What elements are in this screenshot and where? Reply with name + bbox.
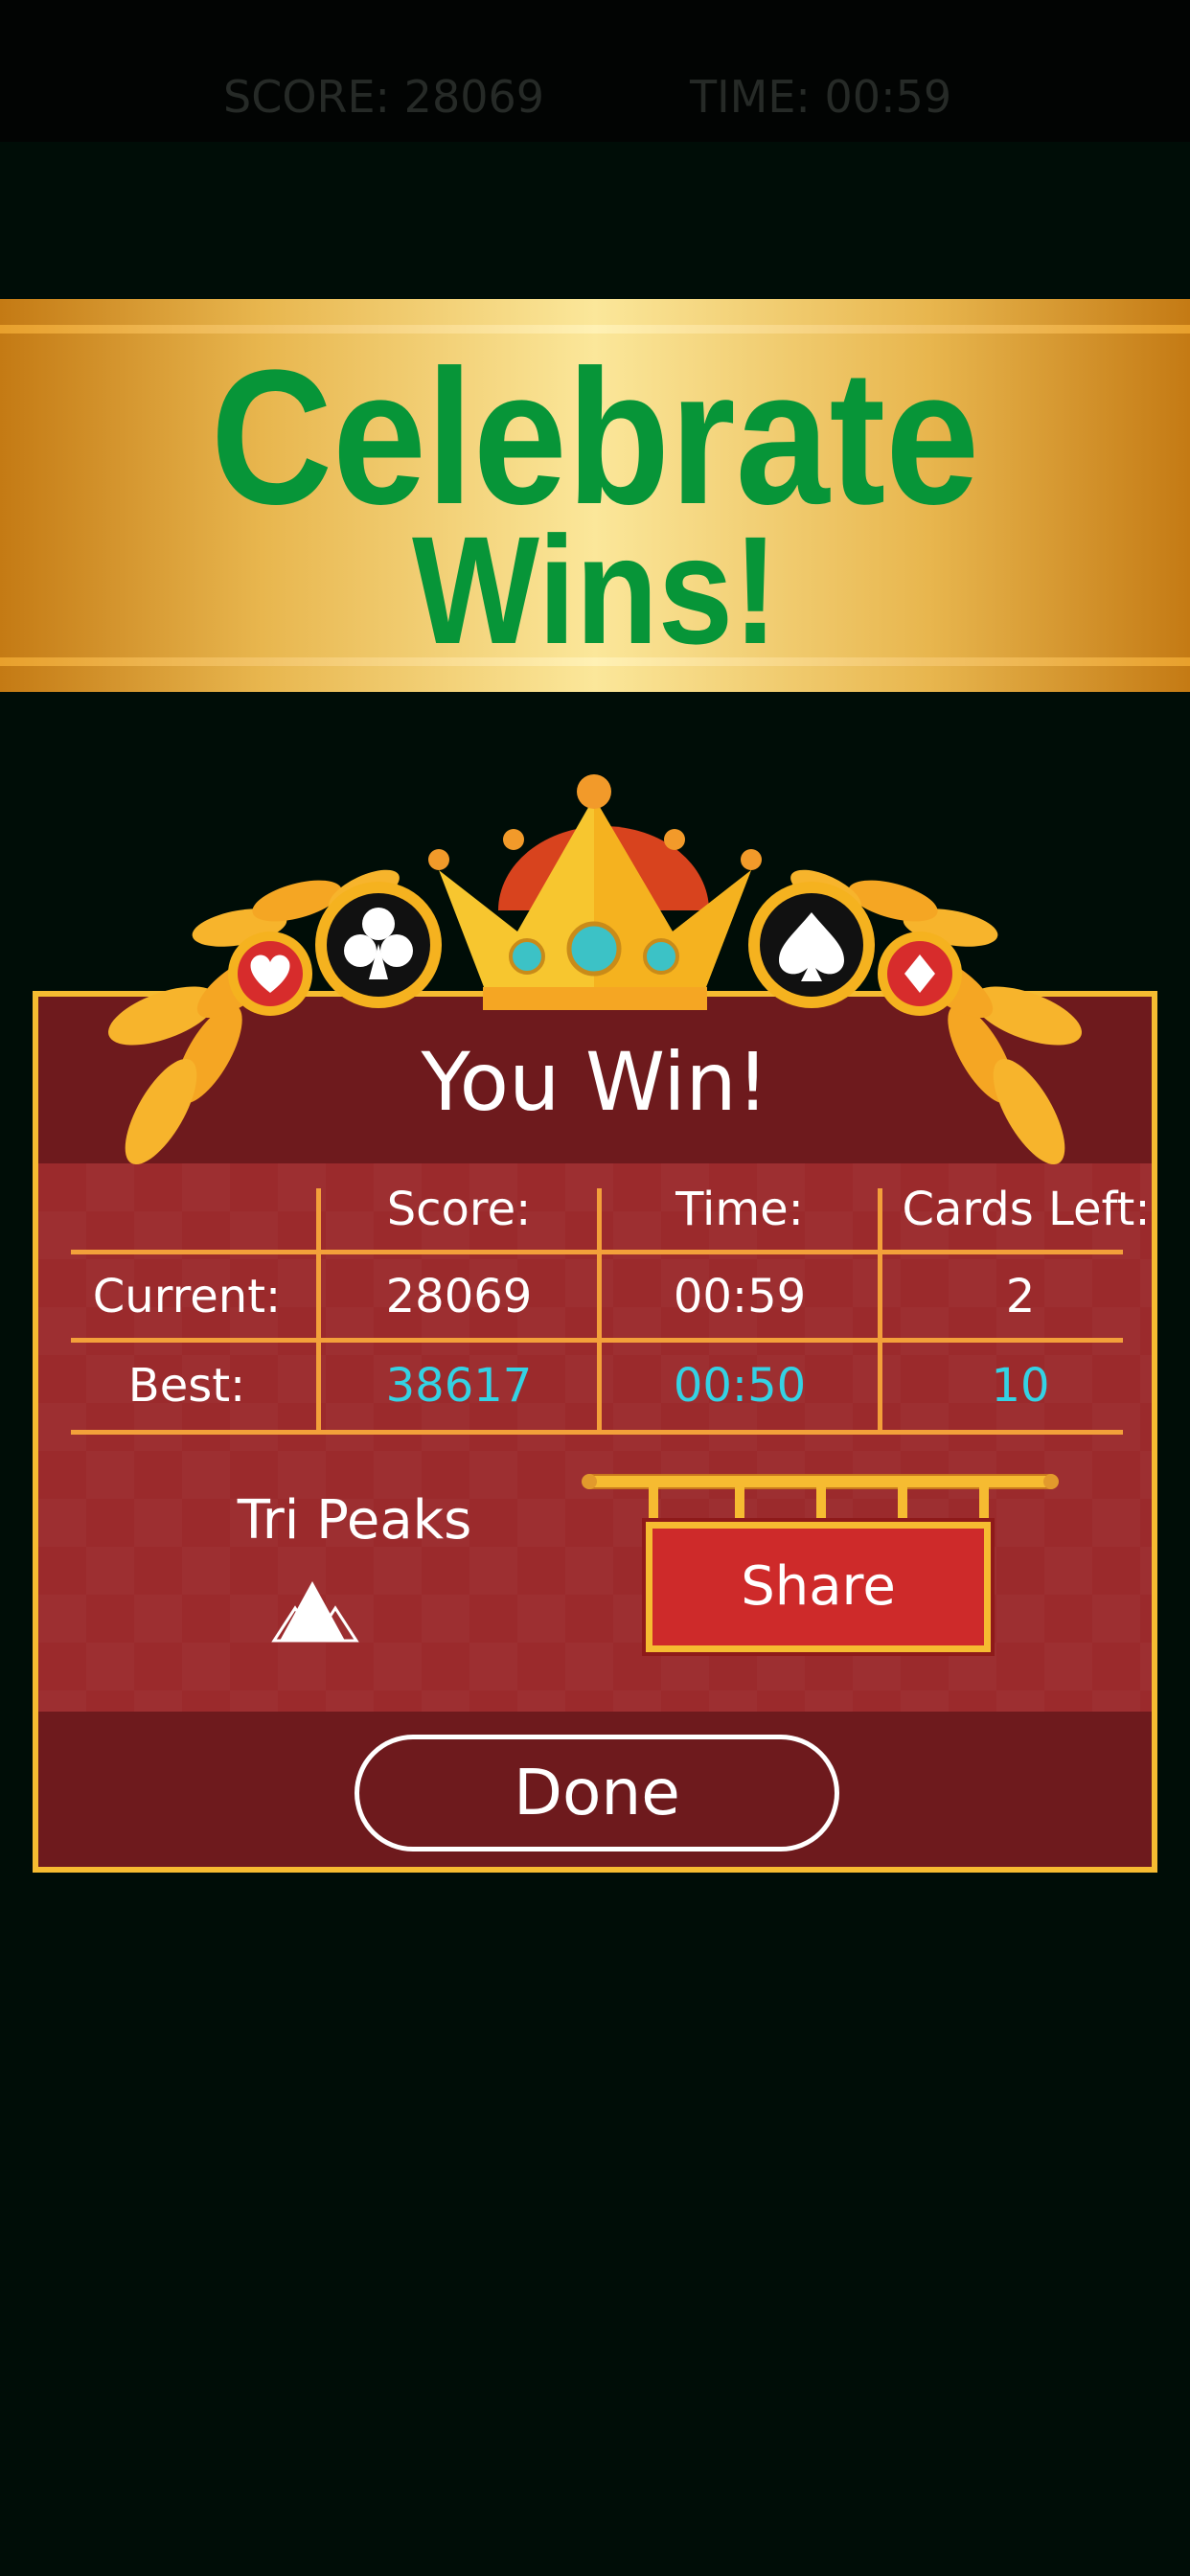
dialog-title: You Win! [421, 1035, 769, 1129]
time-readout: TIME: 00:59 [690, 71, 952, 123]
column-header-score: Score: [386, 1183, 532, 1236]
current-score: 28069 [385, 1270, 533, 1323]
crown-icon [428, 774, 762, 1010]
table-divider [71, 1430, 1123, 1435]
game-mode-label: Tri Peaks [237, 1489, 472, 1552]
best-score: 38617 [385, 1359, 533, 1413]
tri-peaks-icon [271, 1581, 359, 1643]
table-divider [71, 1338, 1123, 1343]
row-label-current: Current: [92, 1270, 282, 1323]
win-dialog: You Win! Score: Time: Cards Left: Curren… [33, 991, 1157, 1873]
current-cards-left: 2 [1005, 1270, 1036, 1323]
share-button[interactable]: Share [646, 1522, 991, 1652]
best-cards-left: 10 [991, 1359, 1050, 1413]
spade-icon [748, 882, 875, 1008]
column-header-time: Time: [675, 1183, 804, 1236]
done-button[interactable]: Done [355, 1735, 839, 1852]
score-readout: SCORE: 28069 [223, 71, 545, 123]
column-header-cards-left: Cards Left: [902, 1183, 1151, 1236]
row-label-best: Best: [127, 1359, 246, 1413]
celebrate-banner: Celebrate Wins! [0, 299, 1190, 692]
club-icon [315, 882, 442, 1008]
best-time: 00:50 [673, 1359, 807, 1413]
current-time: 00:59 [673, 1270, 807, 1323]
banner-line-2: Wins! [412, 504, 778, 676]
table-divider [71, 1250, 1123, 1254]
status-bar: SCORE: 28069 TIME: 00:59 [0, 0, 1190, 142]
